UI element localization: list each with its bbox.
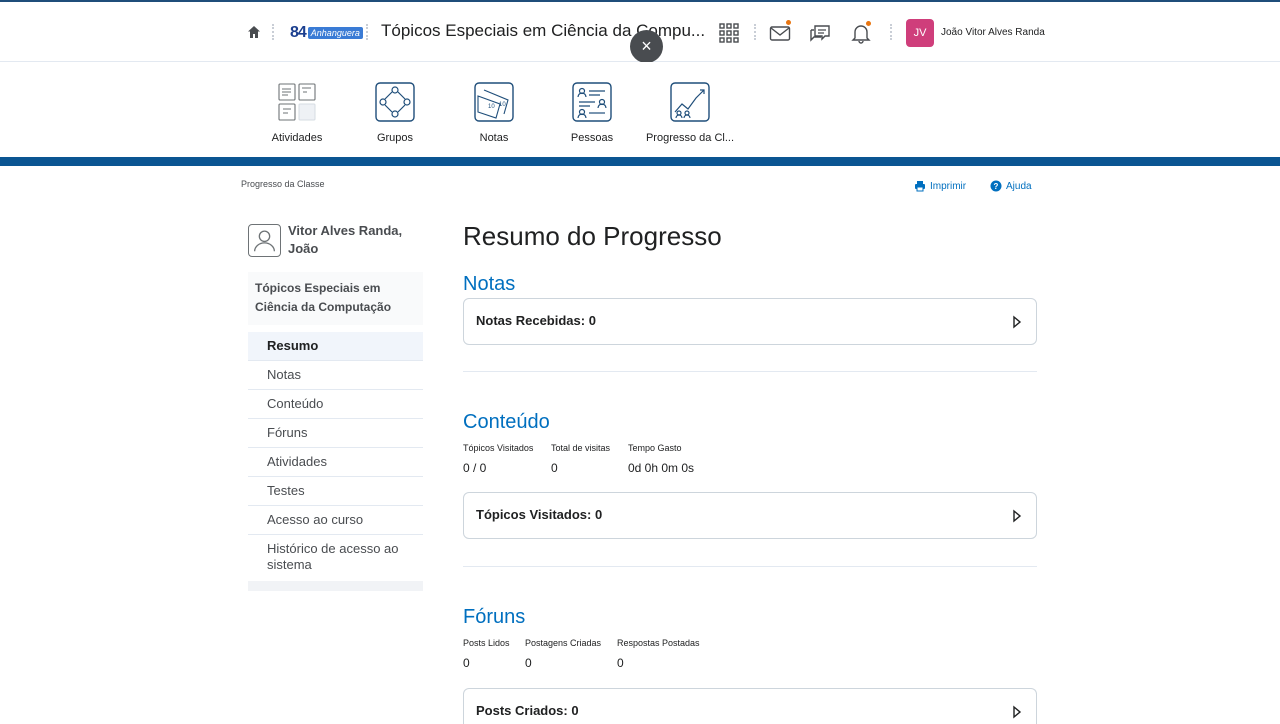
section-divider (463, 566, 1037, 567)
header-divider-bar (0, 157, 1280, 166)
logo-number: 84 (290, 24, 307, 41)
activities-icon (278, 83, 316, 121)
print-button[interactable]: Imprimir (914, 180, 966, 192)
divider (890, 24, 892, 40)
stat-total-visits: Total de visitas 0 (551, 443, 610, 475)
chat-icon[interactable] (809, 22, 831, 44)
stat-time-spent: Tempo Gasto 0d 0h 0m 0s (628, 443, 694, 475)
stat-value: 0 (551, 461, 558, 475)
stat-label: Total de visitas (551, 443, 611, 453)
expand-arrow-icon (1013, 315, 1022, 329)
stat-label: Tempo Gasto (628, 443, 682, 453)
groups-icon (375, 82, 415, 122)
user-avatar-icon (248, 224, 281, 257)
stat-label: Tópicos Visitados (463, 443, 534, 453)
student-name: Vitor Alves Randa, João (288, 223, 403, 256)
nav-item-class-progress[interactable]: Progresso da Cl... (641, 82, 739, 144)
sidebar-item-content[interactable]: Conteúdo (248, 390, 423, 419)
avatar[interactable]: JV (906, 19, 934, 47)
card-title: Notas Recebidas: 0 (476, 313, 596, 328)
sidebar-item-course-access[interactable]: Acesso ao curso (248, 506, 423, 535)
section-divider (463, 371, 1037, 372)
sidebar-item-quizzes[interactable]: Testes (248, 477, 423, 506)
user-name[interactable]: João Vitor Alves Randa (941, 27, 1045, 38)
sidebar-item-grades[interactable]: Notas (248, 361, 423, 390)
mail-notification-dot (785, 19, 792, 26)
sidebar-item-activities[interactable]: Atividades (248, 448, 423, 477)
stat-value: 0d 0h 0m 0s (628, 461, 695, 475)
print-label: Imprimir (930, 180, 967, 192)
bell-notification-dot (865, 20, 872, 27)
divider (754, 24, 756, 40)
nav-label: Grupos (376, 132, 414, 144)
nav-item-activities[interactable]: Atividades (248, 82, 346, 144)
help-icon: ? (990, 180, 1002, 192)
section-content-heading: Conteúdo (463, 411, 550, 433)
expand-arrow-icon (1013, 509, 1022, 523)
help-label: Ajuda (1006, 180, 1032, 192)
card-title: Posts Criados: 0 (476, 703, 579, 718)
section-forums-heading: Fóruns (463, 606, 526, 628)
nav-label: Notas (479, 132, 509, 144)
sidebar-course-name: Tópicos Especiais em Ciência da Computaç… (248, 272, 423, 325)
section-grades-heading: Notas (463, 273, 516, 295)
topics-visited-card[interactable]: Tópicos Visitados: 0 (463, 492, 1037, 539)
progress-icon (670, 82, 710, 122)
help-button[interactable]: ? Ajuda (990, 180, 1032, 192)
svg-text:10: 10 (488, 104, 495, 110)
stat-value: 0 (463, 656, 470, 670)
course-selector-icon[interactable] (718, 22, 740, 44)
posts-created-card[interactable]: Posts Criados: 0 (463, 688, 1037, 724)
top-header: 84 Anhanguera Tópicos Especiais em Ciênc… (0, 0, 1280, 63)
page-title: Resumo do Progresso (463, 221, 722, 251)
stat-label: Respostas Postadas (617, 638, 700, 648)
people-icon (572, 82, 612, 122)
close-tooltip-button[interactable]: × (630, 30, 663, 63)
sidebar-item-summary[interactable]: Resumo (248, 332, 423, 361)
stat-label: Posts Lidos (463, 638, 510, 648)
expand-arrow-icon (1013, 705, 1022, 719)
stat-value: 0 / 0 (463, 461, 487, 475)
sidebar-item-forums[interactable]: Fóruns (248, 419, 423, 448)
divider (366, 24, 368, 40)
institution-logo[interactable]: 84 Anhanguera (290, 23, 363, 43)
nav-label: Progresso da Cl... (645, 132, 735, 144)
sidebar-menu: Resumo Notas Conteúdo Fóruns Atividades … (248, 332, 423, 591)
stat-value: 0 (617, 656, 624, 670)
stat-posts-created: Postagens Criadas 0 (525, 638, 601, 670)
nav-item-people[interactable]: Pessoas (543, 82, 641, 144)
logo-brand: Anhanguera (307, 27, 363, 39)
card-title: Tópicos Visitados: 0 (476, 507, 603, 522)
stat-label: Postagens Criadas (525, 638, 602, 648)
stat-posts-read: Posts Lidos 0 (463, 638, 510, 670)
sidebar-item-system-access-history[interactable]: Histórico de acesso ao sistema (248, 535, 423, 581)
grades-received-card[interactable]: Notas Recebidas: 0 (463, 298, 1037, 345)
divider (272, 24, 274, 40)
grades-icon: 10 10 (474, 82, 514, 122)
nav-label: Atividades (271, 132, 323, 144)
nav-item-grades[interactable]: 10 10 Notas (445, 82, 543, 144)
home-icon[interactable] (246, 24, 262, 40)
breadcrumb[interactable]: Progresso da Classe (241, 179, 325, 189)
course-navbar: Atividades Grupos 10 10 Notas Pessoas Pr… (0, 62, 1280, 157)
svg-text:?: ? (994, 182, 999, 191)
stat-replies-posted: Respostas Postadas 0 (617, 638, 700, 670)
nav-label: Pessoas (570, 132, 614, 144)
svg-text:10: 10 (499, 102, 506, 108)
stat-value: 0 (525, 656, 532, 670)
stat-topics-visited: Tópicos Visitados 0 / 0 (463, 443, 533, 475)
printer-icon (915, 181, 925, 192)
nav-item-groups[interactable]: Grupos (346, 82, 444, 144)
